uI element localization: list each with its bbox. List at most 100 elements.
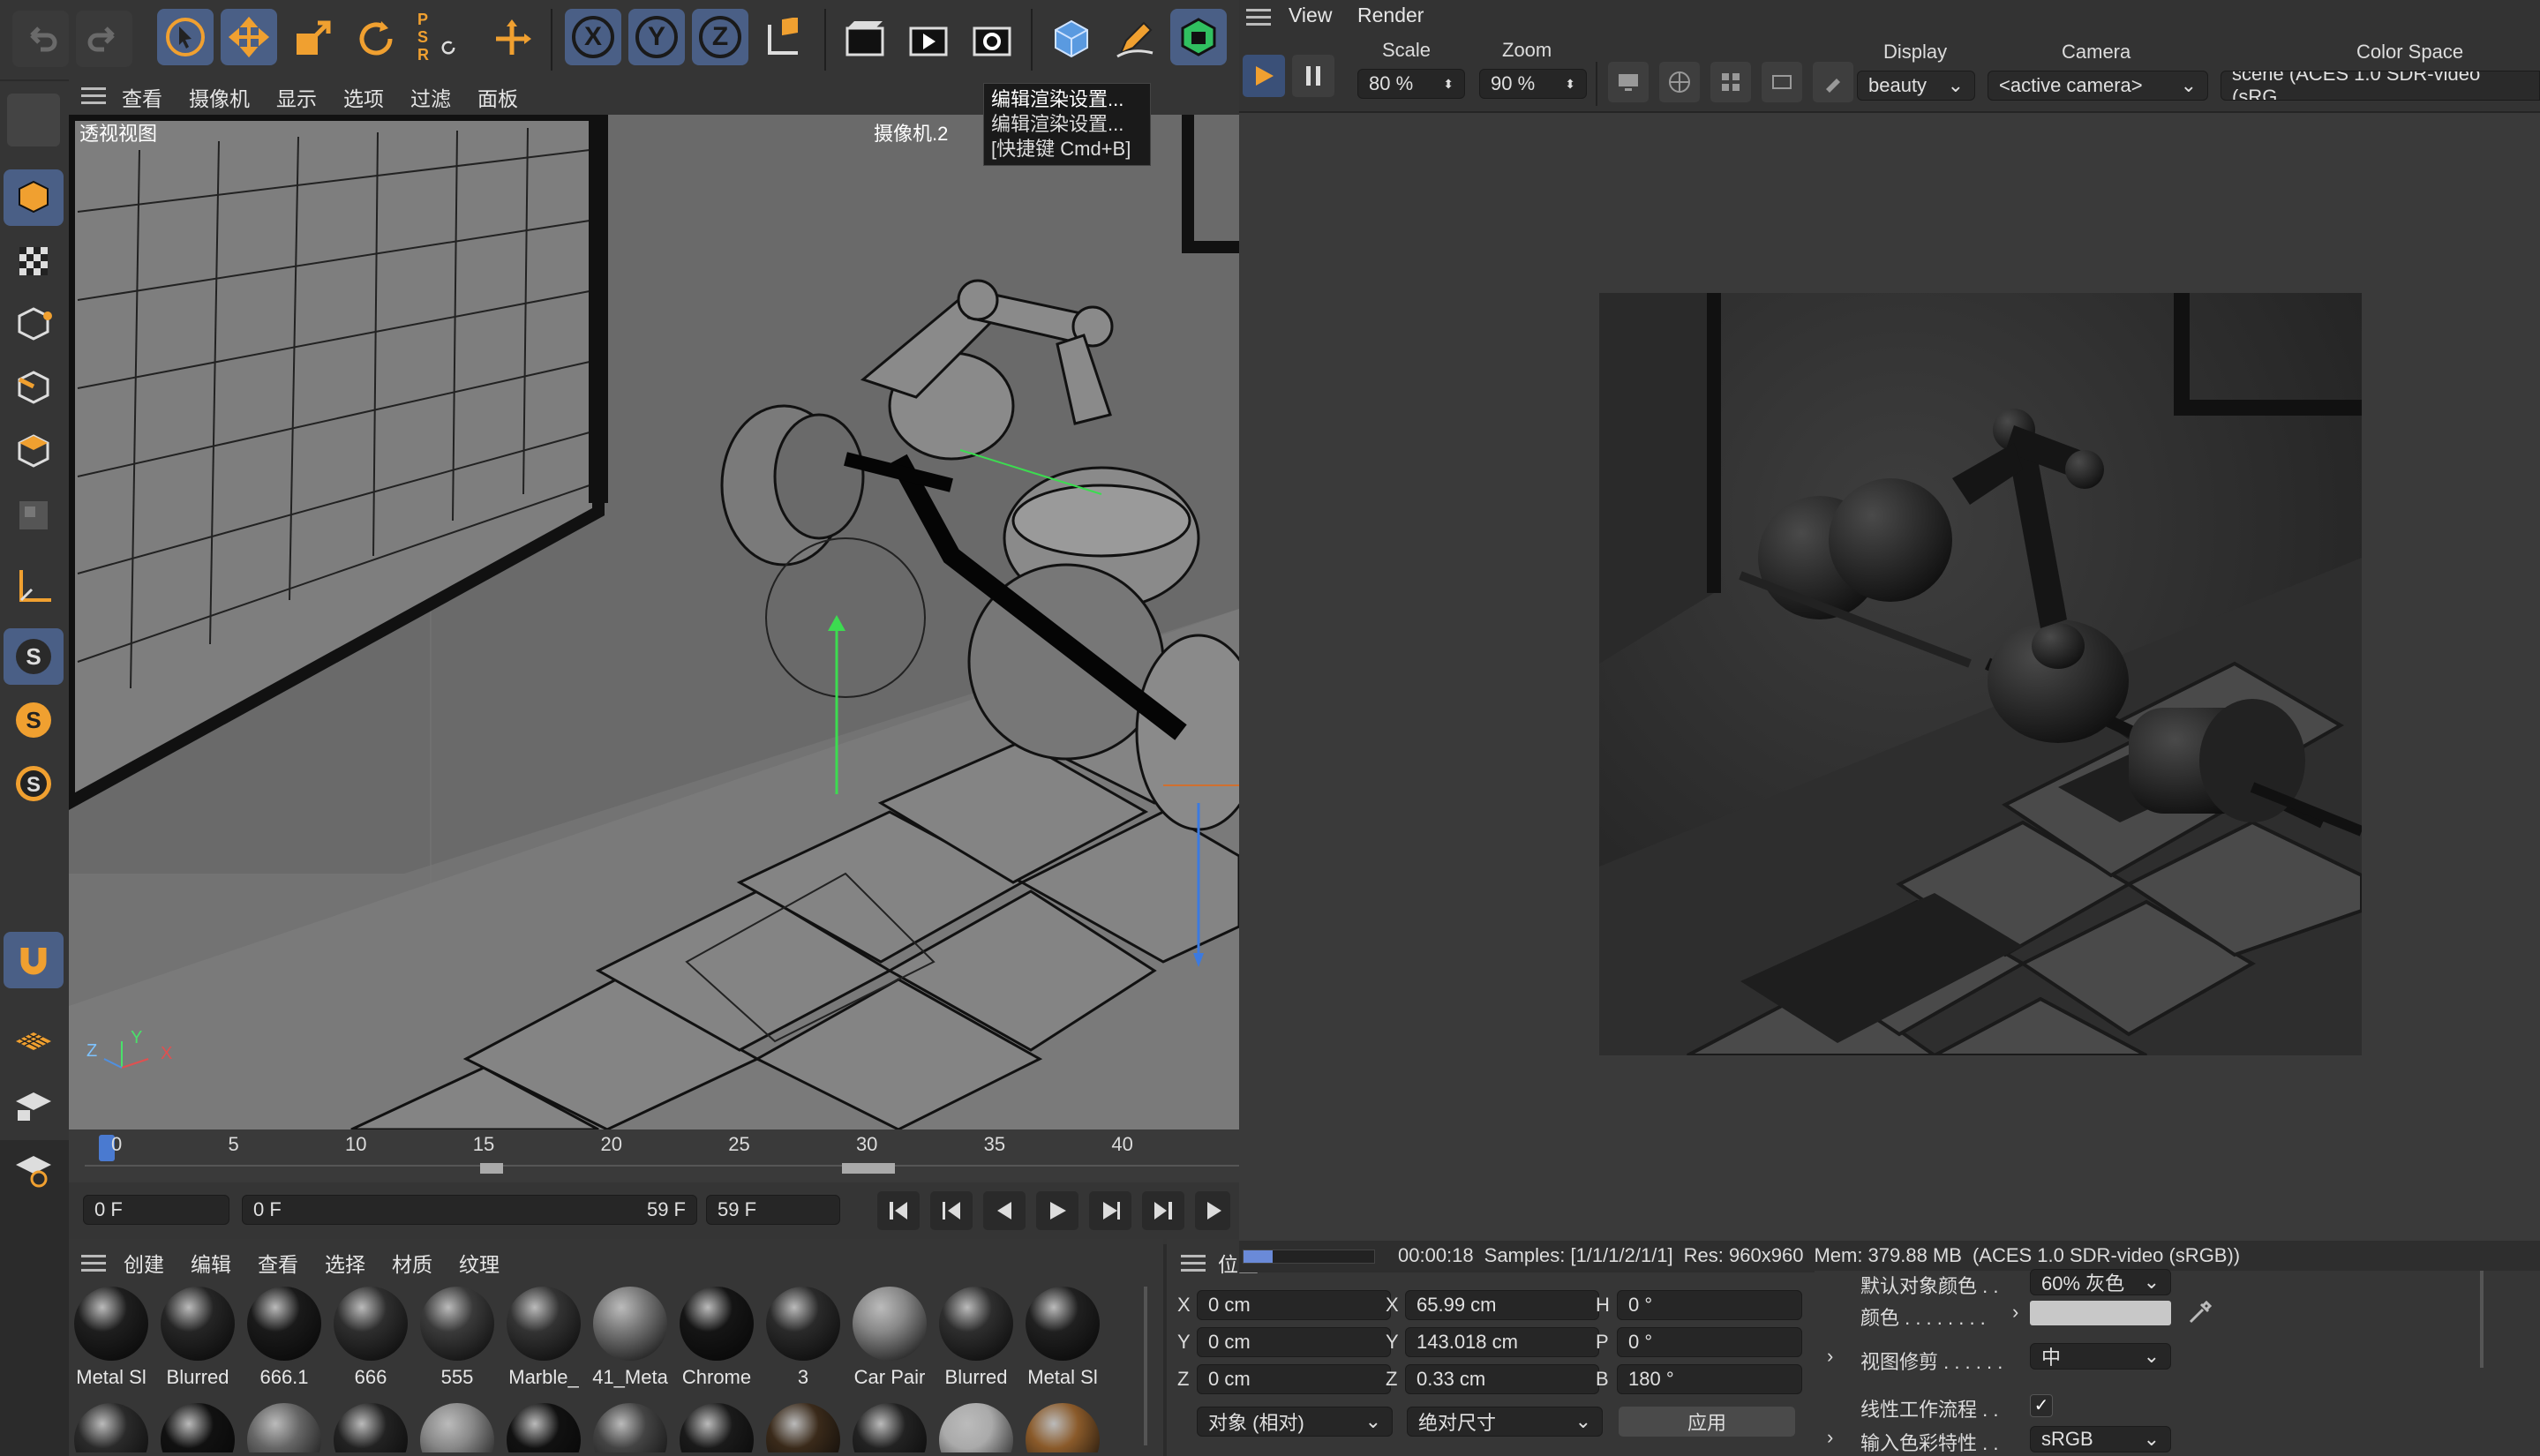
play-icon[interactable] (1036, 1191, 1078, 1230)
menu-options[interactable]: 选项 (343, 82, 384, 112)
hamburger-icon[interactable] (1181, 1255, 1206, 1272)
menu-camera[interactable]: 摄像机 (189, 82, 250, 112)
material-swatch[interactable] (764, 1403, 842, 1452)
linear-workflow-checkbox[interactable]: ✓ (2030, 1394, 2053, 1417)
menu-material[interactable]: 材质 (392, 1248, 432, 1278)
menu-panel[interactable]: 面板 (477, 82, 518, 112)
transform-icon[interactable] (484, 11, 540, 67)
keyframe-marker[interactable] (842, 1163, 895, 1174)
menu-view[interactable]: 查看 (122, 82, 162, 112)
menu-texture[interactable]: 纹理 (459, 1248, 500, 1278)
colorspace-dropdown[interactable]: scene (ACES 1.0 SDR-video (sRG (2221, 71, 2540, 101)
move-icon[interactable] (221, 9, 277, 65)
prev-frame-icon[interactable] (983, 1191, 1026, 1230)
psr-icon[interactable]: P S R (411, 9, 468, 65)
perspective-viewport[interactable]: 透视视图 摄像机.2 Y X Z (69, 115, 1239, 1130)
point-mode-icon[interactable] (4, 296, 64, 353)
solo-icon-3[interactable]: S (4, 755, 64, 812)
material-swatch[interactable]: Metal Sl (72, 1287, 150, 1389)
pen-icon[interactable] (1107, 11, 1163, 67)
layout-icon[interactable] (1710, 62, 1751, 102)
material-swatch[interactable]: 41_Meta (591, 1287, 669, 1389)
material-swatch[interactable] (1024, 1403, 1101, 1452)
timeline-ruler[interactable]: 0 5 10 15 20 25 30 35 40 (69, 1130, 1239, 1182)
region-icon[interactable] (1762, 62, 1802, 102)
menu-filter[interactable]: 过滤 (410, 82, 451, 112)
material-swatch[interactable] (159, 1403, 237, 1452)
size-mode-dropdown[interactable]: 绝对尺寸 ⌄ (1407, 1407, 1603, 1437)
material-swatch[interactable]: 555 (418, 1287, 496, 1389)
material-swatch[interactable] (245, 1403, 323, 1452)
material-swatch[interactable]: 666.1 (245, 1287, 323, 1389)
eyedropper-icon[interactable] (2185, 1299, 2213, 1327)
material-swatch[interactable] (591, 1403, 669, 1452)
rot-p-field[interactable]: 0 ° (1617, 1327, 1802, 1357)
material-swatch[interactable]: 666 (332, 1287, 410, 1389)
coordinate-system-icon[interactable] (755, 11, 812, 67)
uv-mode-icon[interactable] (4, 487, 64, 544)
display-dropdown[interactable]: beauty ⌄ (1857, 71, 1975, 101)
size-y-field[interactable]: 143.018 cm (1405, 1327, 1599, 1357)
rot-b-field[interactable]: 180 ° (1617, 1364, 1802, 1394)
default-color-dropdown[interactable]: 60% 灰色 ⌄ (2030, 1269, 2171, 1295)
menu-edit[interactable]: 编辑 (191, 1248, 231, 1278)
menu-select[interactable]: 选择 (325, 1248, 365, 1278)
end-frame-field[interactable]: 59 F (706, 1195, 840, 1225)
material-swatch[interactable] (937, 1403, 1015, 1452)
apply-button[interactable]: 应用 (1619, 1407, 1795, 1437)
render-settings-icon[interactable] (964, 11, 1020, 67)
material-swatch[interactable] (505, 1403, 582, 1452)
menu-render[interactable]: Render (1357, 4, 1424, 27)
chevron-right-icon[interactable]: › (1827, 1345, 1833, 1368)
material-swatch[interactable]: Car Pair (851, 1287, 928, 1389)
cube-icon[interactable] (1043, 11, 1100, 67)
prev-key-icon[interactable] (930, 1191, 973, 1230)
keyframe-marker[interactable] (480, 1163, 503, 1174)
material-swatch[interactable] (851, 1403, 928, 1452)
material-swatch[interactable] (332, 1403, 410, 1452)
scale-field[interactable]: 80 % ⬍ (1357, 69, 1465, 99)
render-region-icon[interactable] (837, 11, 893, 67)
menu-create[interactable]: 创建 (124, 1248, 164, 1278)
texture-mode-icon[interactable] (4, 233, 64, 289)
material-swatch[interactable] (678, 1403, 755, 1452)
scale-icon[interactable] (284, 11, 341, 67)
select-cursor-icon[interactable] (157, 9, 214, 65)
camera-label[interactable]: 摄像机.2 (867, 118, 956, 146)
globe-icon[interactable] (1659, 62, 1700, 102)
z-axis-icon[interactable]: Z (692, 9, 748, 65)
menu-view[interactable]: 查看 (258, 1248, 298, 1278)
menu-view[interactable]: View (1289, 4, 1332, 27)
pos-z-field[interactable]: 0 cm (1197, 1364, 1391, 1394)
material-swatch[interactable] (72, 1403, 150, 1452)
lock-cube-icon[interactable] (1170, 9, 1227, 65)
go-to-end-icon[interactable] (1142, 1191, 1184, 1230)
grid-icon[interactable] (4, 1013, 64, 1069)
material-scrollbar[interactable] (1144, 1287, 1147, 1445)
hamburger-icon[interactable] (1246, 9, 1271, 26)
material-swatch[interactable]: Blurred (159, 1287, 237, 1389)
material-swatch[interactable]: Blurred (937, 1287, 1015, 1389)
x-axis-icon[interactable]: X (565, 9, 621, 65)
grid-lock-icon[interactable] (4, 1077, 64, 1133)
material-swatch[interactable]: 3 (764, 1287, 842, 1389)
redo-icon[interactable] (76, 11, 132, 67)
pause-render-icon[interactable] (1292, 55, 1334, 97)
size-x-field[interactable]: 65.99 cm (1405, 1290, 1599, 1320)
grid-workplane-icon[interactable] (4, 1140, 64, 1197)
clip-dropdown[interactable]: 中 ⌄ (2030, 1343, 2171, 1370)
input-colorspace-dropdown[interactable]: sRGB ⌄ (2030, 1426, 2171, 1452)
chevron-right-icon[interactable]: › (2012, 1301, 2018, 1324)
axis-mode-icon[interactable] (4, 558, 64, 614)
undo-icon[interactable] (12, 11, 69, 67)
hamburger-icon[interactable] (81, 87, 106, 105)
color-swatch[interactable] (2030, 1301, 2171, 1325)
more-playback-icon[interactable] (1195, 1191, 1230, 1230)
frame-range-slider[interactable]: 0 F 59 F (242, 1195, 697, 1225)
current-frame-field[interactable]: 0 F (83, 1195, 229, 1225)
coord-mode-dropdown[interactable]: 对象 (相对) ⌄ (1197, 1407, 1393, 1437)
pos-y-field[interactable]: 0 cm (1197, 1327, 1391, 1357)
rot-h-field[interactable]: 0 ° (1617, 1290, 1802, 1320)
monitor-icon[interactable] (1608, 62, 1649, 102)
material-swatch[interactable]: Chrome (678, 1287, 755, 1389)
